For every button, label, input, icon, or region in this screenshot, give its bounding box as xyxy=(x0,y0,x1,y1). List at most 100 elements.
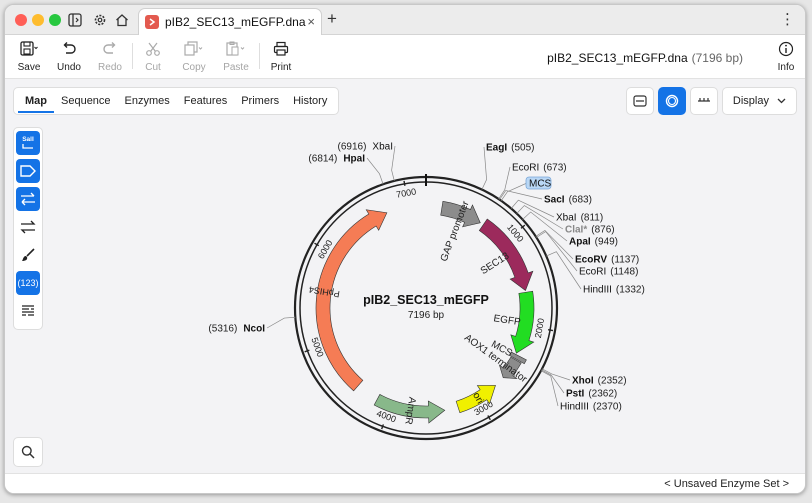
colors-tool[interactable] xyxy=(16,243,40,267)
restriction-site-hindiii[interactable]: HindIII (1332) xyxy=(583,285,645,296)
map-title: pIB2_SEC13_mEGFP xyxy=(363,293,489,307)
features-tool[interactable] xyxy=(16,159,40,183)
tab-title: pIB2_SEC13_mEGFP.dna xyxy=(165,15,306,29)
copy-label: Copy xyxy=(182,62,206,73)
redo-label: Redo xyxy=(98,62,122,73)
circular-view-button[interactable] xyxy=(657,87,686,115)
site-name: SacI xyxy=(544,195,565,206)
restriction-site-hpai[interactable]: (6814) HpaI xyxy=(308,154,365,165)
home-icon[interactable] xyxy=(112,10,132,30)
site-name: HindIII xyxy=(560,402,589,413)
print-button[interactable]: Print xyxy=(263,40,299,73)
backbone-inner-ring xyxy=(299,181,553,435)
copy-button[interactable]: Copy xyxy=(176,40,212,73)
info-label: Info xyxy=(777,62,795,73)
restriction-site-eagi[interactable]: EagI (505) xyxy=(486,143,534,154)
restriction-site-apai[interactable]: ApaI (949) xyxy=(569,237,618,248)
restriction-site-clai[interactable]: ClaI* (876) xyxy=(565,225,615,236)
zoom-window-button[interactable] xyxy=(49,14,61,26)
sidebar-toggle-icon[interactable] xyxy=(65,10,85,30)
site-position: (876) xyxy=(591,225,614,236)
site-position: (2352) xyxy=(598,376,627,387)
close-tab-icon[interactable]: × xyxy=(307,14,315,29)
tab-features[interactable]: Features xyxy=(177,88,234,114)
numbers-tool-label: (123) xyxy=(17,278,39,288)
site-leader-line xyxy=(541,368,571,381)
tick-mark xyxy=(380,424,385,430)
restriction-site-mcs[interactable]: MCS xyxy=(529,179,552,190)
site-position: (6814) xyxy=(308,154,337,165)
info-icon xyxy=(778,40,794,58)
print-label: Print xyxy=(270,62,292,73)
restriction-site-hindiii[interactable]: HindIII (2370) xyxy=(560,402,622,413)
redo-button[interactable]: Redo xyxy=(92,40,128,73)
info-button[interactable]: Info xyxy=(768,40,804,73)
orfs-tool[interactable] xyxy=(16,215,40,239)
feature-label: AmpR xyxy=(402,396,417,425)
new-tab-button[interactable]: + xyxy=(327,9,337,29)
site-position: (1148) xyxy=(610,267,638,278)
restriction-site-xbai[interactable]: (6916) XbaI xyxy=(338,142,393,153)
site-name: ApaI xyxy=(569,237,591,248)
display-label: Display xyxy=(732,95,769,107)
restriction-site-ecori[interactable]: EcoRI (673) xyxy=(512,163,567,174)
gear-icon[interactable] xyxy=(90,10,110,30)
feature-label: EGFP xyxy=(493,313,522,328)
search-icon xyxy=(21,445,35,459)
tab-sequence[interactable]: Sequence xyxy=(54,88,118,114)
title-bar: pIB2_SEC13_mEGFP.dna × + ⋮ xyxy=(5,5,805,35)
document-length: (7196 bp) xyxy=(691,51,743,65)
minimize-window-button[interactable] xyxy=(32,14,44,26)
app-window: pIB2_SEC13_mEGFP.dna × + ⋮ Save Undo Red… xyxy=(4,4,806,494)
display-menu-button[interactable]: Display xyxy=(721,87,797,115)
close-window-button[interactable] xyxy=(15,14,27,26)
restriction-site-ecori[interactable]: EcoRI (1148) xyxy=(579,267,638,278)
linear-view-button[interactable] xyxy=(625,87,654,115)
save-button[interactable]: Save xyxy=(11,40,47,73)
tab-map[interactable]: Map xyxy=(18,89,54,113)
site-name: HpaI xyxy=(343,154,365,165)
chevron-down-icon xyxy=(777,98,786,104)
feature-arrow-icon xyxy=(20,165,36,177)
paste-icon xyxy=(226,40,246,58)
tab-history[interactable]: History xyxy=(286,88,334,114)
site-position: (5316) xyxy=(208,324,237,335)
site-position: (673) xyxy=(543,163,566,174)
tab-primers[interactable]: Primers xyxy=(234,88,286,114)
restriction-site-ecorv[interactable]: EcoRV (1137) xyxy=(575,255,639,266)
plasmid-map[interactable]: 1000200030004000500060007000 EagI (505)Ec… xyxy=(155,135,675,465)
more-options-icon[interactable]: ⋮ xyxy=(780,10,795,28)
cut-button[interactable]: Cut xyxy=(135,40,171,73)
map-view-area: Map Sequence Enzymes Features Primers Hi… xyxy=(5,79,805,473)
site-name: EcoRI xyxy=(579,267,606,278)
restriction-site-xhoi[interactable]: XhoI (2352) xyxy=(572,376,627,387)
feature-label: SEC13 xyxy=(479,250,512,277)
find-button[interactable] xyxy=(13,437,43,467)
site-position: (683) xyxy=(569,195,592,206)
site-position: (2362) xyxy=(588,389,617,400)
tick-label: 7000 xyxy=(395,186,416,199)
ruler-icon xyxy=(697,98,710,102)
translations-tool[interactable] xyxy=(16,299,40,323)
paste-button[interactable]: Paste xyxy=(218,40,254,73)
restriction-site-ncoi[interactable]: (5316) NcoI xyxy=(208,324,265,335)
restriction-site-psti[interactable]: PstI (2362) xyxy=(566,389,617,400)
enzyme-set-selector[interactable]: < Unsaved Enzyme Set > xyxy=(664,478,789,490)
undo-button[interactable]: Undo xyxy=(51,40,87,73)
site-position: (1137) xyxy=(611,255,639,266)
status-bar: < Unsaved Enzyme Set > xyxy=(5,473,805,493)
document-filename: pIB2_SEC13_mEGFP.dna xyxy=(547,51,688,65)
site-name: XbaI xyxy=(372,142,393,153)
restriction-sites-tool[interactable]: SalI xyxy=(16,131,40,155)
restriction-site-saci[interactable]: SacI (683) xyxy=(544,195,592,206)
main-toolbar: Save Undo Redo Cut Copy Paste Print pIB2… xyxy=(5,35,805,79)
backbone-outer-ring xyxy=(293,175,559,441)
tab-enzymes[interactable]: Enzymes xyxy=(118,88,177,114)
sequence-ruler-button[interactable] xyxy=(689,87,718,115)
numbers-tool[interactable]: (123) xyxy=(16,271,40,295)
restriction-site-xbai[interactable]: XbaI (811) xyxy=(556,213,603,224)
primers-tool[interactable] xyxy=(16,187,40,211)
document-tab[interactable]: pIB2_SEC13_mEGFP.dna × xyxy=(138,8,322,35)
site-leader-line xyxy=(499,190,543,200)
printer-icon xyxy=(273,40,289,58)
